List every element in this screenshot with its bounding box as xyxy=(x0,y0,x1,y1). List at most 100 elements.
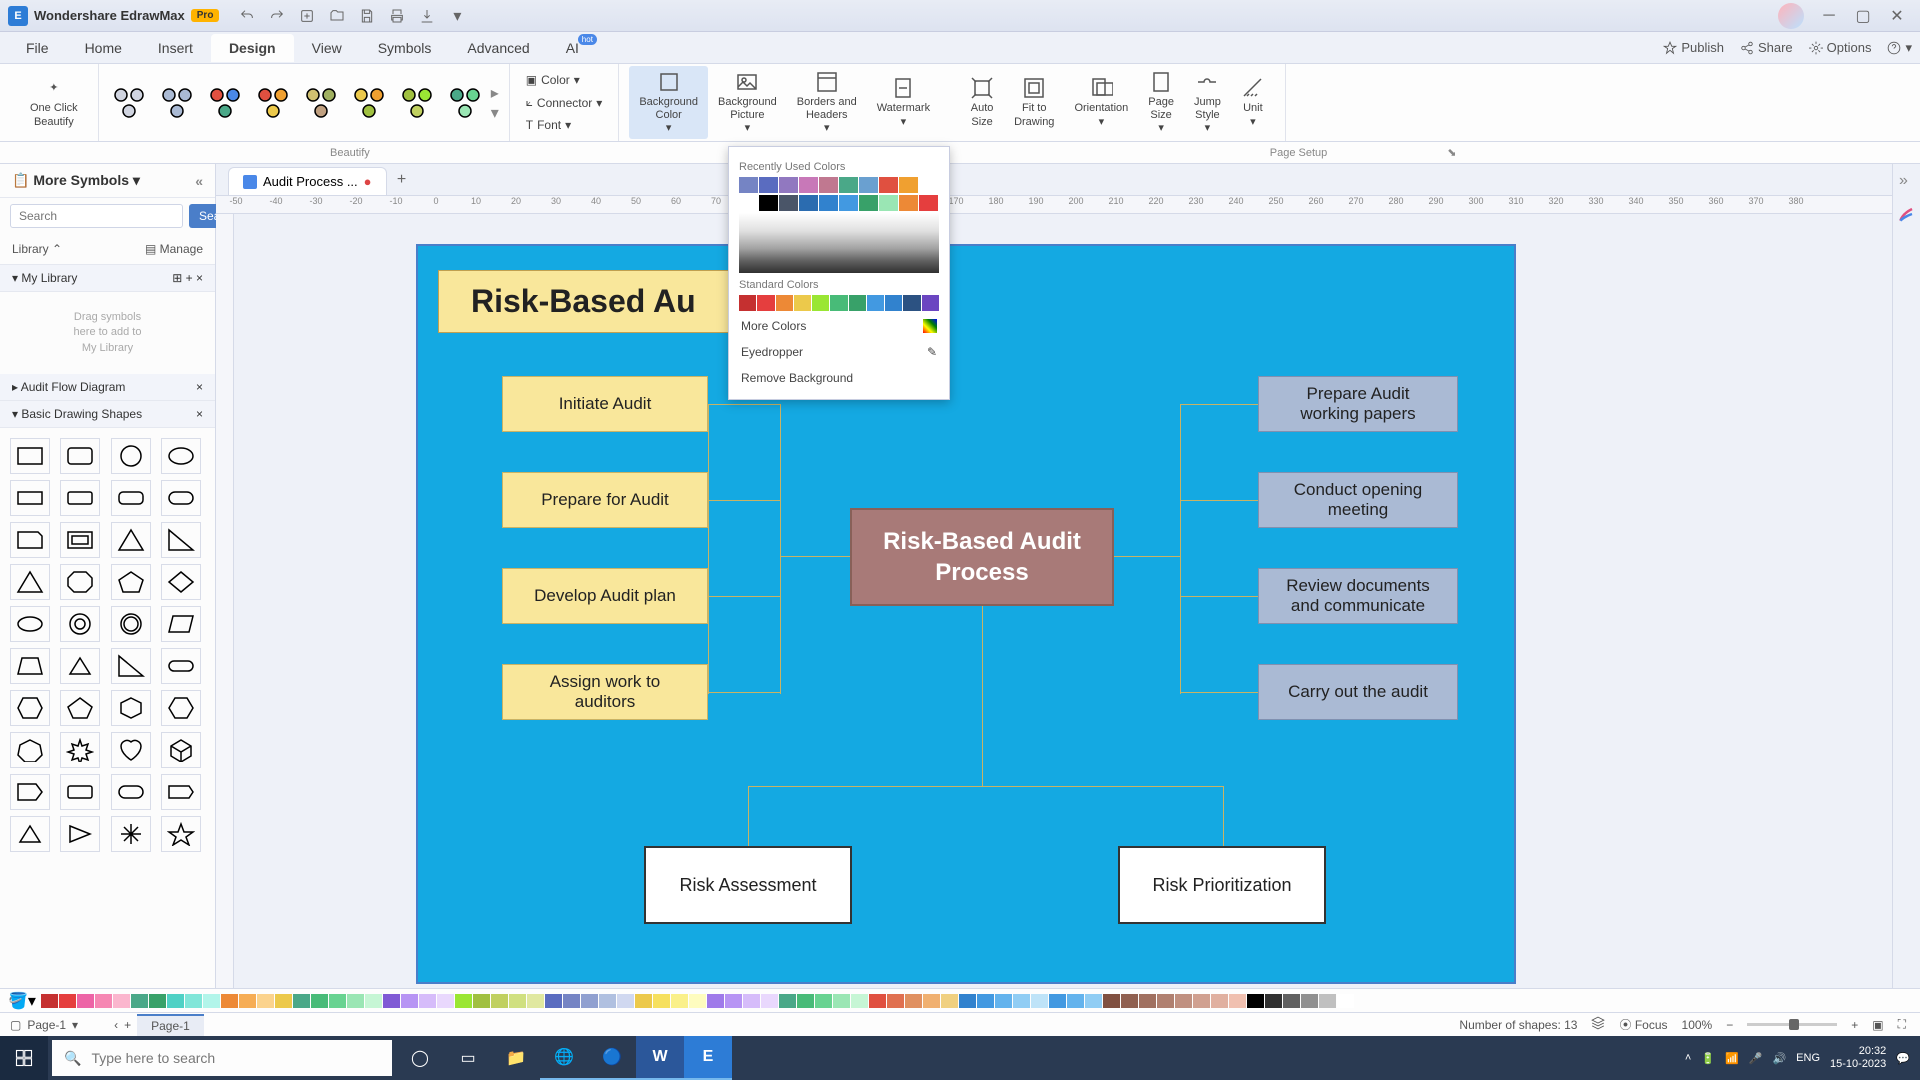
color-swatch[interactable] xyxy=(799,177,818,193)
menu-ai[interactable]: AIhot xyxy=(548,34,597,62)
focus-button[interactable]: ⦿ Focus xyxy=(1619,1016,1667,1033)
strip-swatch[interactable] xyxy=(779,994,796,1008)
strip-swatch[interactable] xyxy=(851,994,868,1008)
shape-donut[interactable] xyxy=(60,606,100,642)
shape-s39[interactable] xyxy=(111,816,151,852)
ai-assistant-icon[interactable] xyxy=(1897,204,1917,229)
strip-swatch[interactable] xyxy=(383,994,400,1008)
help-button[interactable]: ▾ xyxy=(1887,40,1912,56)
strip-swatch[interactable] xyxy=(1085,994,1102,1008)
menu-view[interactable]: View xyxy=(294,34,360,62)
shape-tri3[interactable] xyxy=(10,564,50,600)
color-swatch[interactable] xyxy=(819,195,838,211)
color-swatch[interactable] xyxy=(879,195,898,211)
basic-shapes-header[interactable]: ▾ Basic Drawing Shapes xyxy=(12,407,142,421)
shape-rtri[interactable] xyxy=(111,648,151,684)
color-swatch[interactable] xyxy=(903,295,920,311)
strip-swatch[interactable] xyxy=(1067,994,1084,1008)
strip-swatch[interactable] xyxy=(797,994,814,1008)
page-size-button[interactable]: Page Size ▾ xyxy=(1138,66,1184,140)
strip-swatch[interactable] xyxy=(887,994,904,1008)
strip-swatch[interactable] xyxy=(743,994,760,1008)
borders-headers-button[interactable]: Borders and Headers ▾ xyxy=(787,66,867,140)
color-swatch[interactable] xyxy=(919,177,938,193)
zoom-slider[interactable] xyxy=(1747,1023,1837,1026)
strip-swatch[interactable] xyxy=(923,994,940,1008)
shape-octagon[interactable] xyxy=(60,564,100,600)
maximize-button[interactable]: ▢ xyxy=(1848,4,1878,28)
strip-swatch[interactable] xyxy=(1319,994,1336,1008)
shape-hex3[interactable] xyxy=(161,690,201,726)
eyedropper-button[interactable]: Eyedropper ✎ xyxy=(739,339,939,365)
strip-swatch[interactable] xyxy=(491,994,508,1008)
menu-insert[interactable]: Insert xyxy=(140,34,211,62)
strip-swatch[interactable] xyxy=(635,994,652,1008)
strip-swatch[interactable] xyxy=(293,994,310,1008)
box-prepare[interactable]: Prepare for Audit xyxy=(502,472,708,528)
shape-pill[interactable] xyxy=(161,648,201,684)
box-assessment[interactable]: Risk Assessment xyxy=(644,846,852,924)
page-select[interactable]: Page-1 xyxy=(27,1018,66,1032)
strip-swatch[interactable] xyxy=(1013,994,1030,1008)
color-swatch[interactable] xyxy=(759,177,778,193)
manage-link[interactable]: ▤ Manage xyxy=(145,242,203,256)
theme-8[interactable] xyxy=(445,83,485,123)
canvas[interactable]: Risk-Based Au Initiate Audit Prepare for… xyxy=(416,244,1516,984)
ribbon-connector[interactable]: ⟀ Connector ▾ xyxy=(520,93,609,112)
layers-icon[interactable] xyxy=(1591,1016,1605,1033)
color-swatch[interactable] xyxy=(922,295,939,311)
menu-symbols[interactable]: Symbols xyxy=(360,34,450,62)
strip-swatch[interactable] xyxy=(707,994,724,1008)
color-swatch[interactable] xyxy=(776,295,793,311)
box-review[interactable]: Review documents and communicate xyxy=(1258,568,1458,624)
shape-hex2[interactable] xyxy=(111,690,151,726)
strip-swatch[interactable] xyxy=(617,994,634,1008)
color-swatch[interactable] xyxy=(759,195,778,211)
strip-swatch[interactable] xyxy=(563,994,580,1008)
strip-swatch[interactable] xyxy=(1157,994,1174,1008)
shape-s38[interactable] xyxy=(60,816,100,852)
strip-swatch[interactable] xyxy=(959,994,976,1008)
diagram-title[interactable]: Risk-Based Au xyxy=(438,270,729,333)
menu-advanced[interactable]: Advanced xyxy=(449,34,547,62)
color-swatch[interactable] xyxy=(849,295,866,311)
canvas-area[interactable]: Audit Process ... ● + -50-40-30-20-10010… xyxy=(216,164,1892,988)
color-swatch[interactable] xyxy=(739,195,758,211)
strip-swatch[interactable] xyxy=(59,994,76,1008)
pages-dropdown-icon[interactable]: ▢ xyxy=(10,1018,21,1032)
color-swatch[interactable] xyxy=(812,295,829,311)
strip-swatch[interactable] xyxy=(977,994,994,1008)
cortana-icon[interactable]: ▭ xyxy=(444,1036,492,1080)
explorer-icon[interactable]: 📁 xyxy=(492,1036,540,1080)
strip-swatch[interactable] xyxy=(833,994,850,1008)
background-picture-button[interactable]: Background Picture ▾ xyxy=(708,66,787,140)
orientation-button[interactable]: Orientation ▾ xyxy=(1064,72,1138,132)
theme-6[interactable] xyxy=(349,83,389,123)
strip-swatch[interactable] xyxy=(347,994,364,1008)
strip-swatch[interactable] xyxy=(131,994,148,1008)
collapse-panel-icon[interactable]: « xyxy=(195,173,203,189)
fullscreen-icon[interactable]: ⛶ xyxy=(1898,1017,1906,1032)
strip-swatch[interactable] xyxy=(761,994,778,1008)
theme-2[interactable] xyxy=(157,83,197,123)
menu-design[interactable]: Design xyxy=(211,34,294,62)
strip-swatch[interactable] xyxy=(905,994,922,1008)
edge-icon[interactable]: 🌐 xyxy=(540,1036,588,1080)
page-prev[interactable]: ‹ xyxy=(114,1018,118,1032)
shape-hept[interactable] xyxy=(10,732,50,768)
strip-swatch[interactable] xyxy=(689,994,706,1008)
color-swatch[interactable] xyxy=(839,195,858,211)
my-library-header[interactable]: ▾ My Library xyxy=(12,271,77,285)
page-tab-1[interactable]: Page-1 xyxy=(137,1014,204,1036)
ribbon-color[interactable]: ▣ Color ▾ xyxy=(520,71,609,89)
shape-rounded-rect[interactable] xyxy=(60,438,100,474)
theme-3[interactable] xyxy=(205,83,245,123)
shape-triangle2[interactable] xyxy=(161,522,201,558)
strip-swatch[interactable] xyxy=(1139,994,1156,1008)
open-icon[interactable] xyxy=(329,8,345,24)
box-develop[interactable]: Develop Audit plan xyxy=(502,568,708,624)
shape-rect[interactable] xyxy=(10,438,50,474)
minimize-button[interactable]: ─ xyxy=(1814,4,1844,28)
zoom-value[interactable]: 100% xyxy=(1682,1018,1713,1032)
shape-ellipse[interactable] xyxy=(161,438,201,474)
